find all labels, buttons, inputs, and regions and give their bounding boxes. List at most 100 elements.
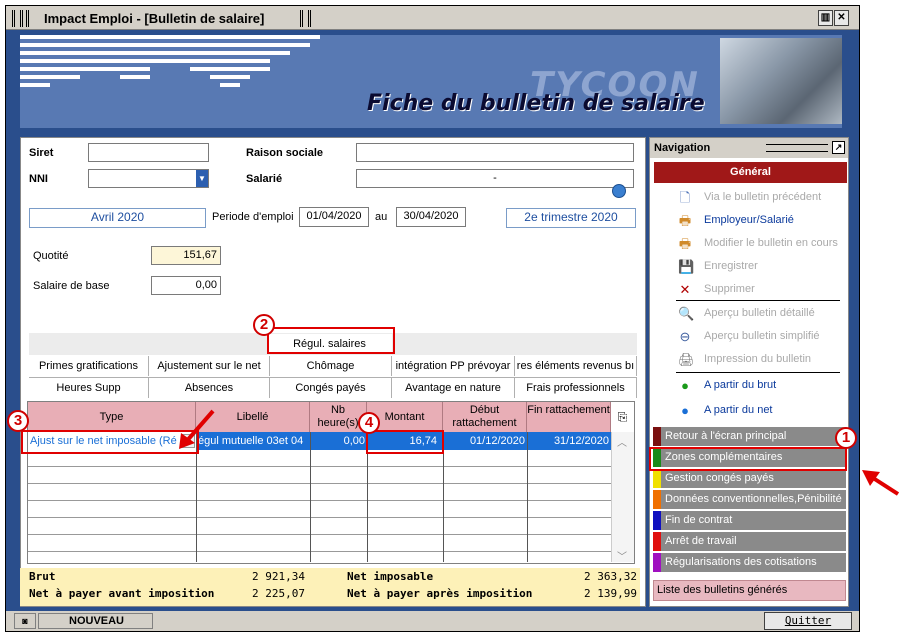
row-nb-heures[interactable]: 0,00 (310, 432, 365, 450)
arrow-icon (179, 409, 215, 449)
tab-frais-professionnels[interactable]: Frais professionnels (515, 378, 637, 398)
nav-button-7[interactable]: Régularisations des cotisations (653, 553, 846, 572)
tab-autres-elements[interactable]: res éléments revenus bı (515, 356, 637, 376)
scroll-down-icon[interactable]: ﹀ (617, 548, 627, 563)
period-end-input[interactable]: 30/04/2020 (396, 207, 466, 227)
net-imposable-label: Net imposable (347, 570, 434, 583)
scroll-up-icon[interactable]: ︿ (617, 434, 627, 449)
nav-item-8[interactable]: 🖨 Impression du bulletin (650, 348, 848, 371)
mode-indicator: NOUVEAU (38, 613, 153, 629)
tab-heures-supp[interactable]: Heures Supp (29, 378, 149, 398)
quotite-input[interactable]: 151,67 (151, 246, 221, 265)
grip-icon (300, 10, 303, 27)
nni-select[interactable]: ▼ (88, 169, 209, 188)
nav-button-3[interactable]: Gestion congés payés (653, 469, 846, 488)
trimestre-field: 2e trimestre 2020 (506, 208, 636, 228)
info-icon[interactable] (612, 184, 626, 198)
nav-item-1[interactable]: 🗋 Via le bulletin précédent (650, 186, 848, 209)
liste-bulletins-button[interactable]: Liste des bulletins générés (653, 580, 846, 601)
period-month[interactable]: Avril 2020 (29, 208, 206, 228)
navigation-title: Navigation (654, 142, 711, 154)
highlight-regul-tab (267, 327, 395, 354)
salaire-base-input[interactable]: 0,00 (151, 276, 221, 295)
nav-button-4[interactable]: Données conventionnelles,Pénibilité (653, 490, 846, 509)
nav-item-label: Modifier le bulletin en cours (704, 237, 838, 249)
column-debut[interactable]: Début rattachement (443, 402, 527, 432)
column-fin[interactable]: Fin rattachement (527, 402, 611, 432)
annotation-2: 2 (253, 314, 275, 336)
copy-icon: 🗋 (679, 190, 691, 205)
au-label: au (375, 211, 388, 223)
siret-label: Siret (29, 147, 54, 159)
nav-button-label: Fin de contrat (665, 514, 733, 526)
tab-ajustement[interactable]: Ajustement sur le net (149, 356, 270, 376)
annotation-1: 1 (835, 427, 857, 449)
grip-icon (308, 10, 311, 27)
grip-icon (12, 10, 15, 27)
nav-button-label: Retour à l'écran principal (665, 430, 787, 442)
period-start-input[interactable]: 01/04/2020 (299, 207, 369, 227)
tab-conges-payes[interactable]: Congés payés (270, 378, 392, 398)
nav-item-10[interactable]: ● A partir du net (650, 399, 848, 422)
row-debut[interactable]: 01/12/2020 (443, 432, 525, 450)
arrow-icon (862, 470, 900, 496)
raison-sociale-label: Raison sociale (246, 147, 324, 159)
tab-primes[interactable]: Primes gratifications (29, 356, 149, 376)
page-heading: Fiche du bulletin de salaire (367, 91, 705, 116)
nav-item-label: A partir du brut (704, 379, 777, 391)
nav-button-label: Arrêt de travail (665, 535, 737, 547)
totals-panel: Brut 2 921,34 Net imposable 2 363,32 Net… (20, 568, 640, 606)
restore-button[interactable]: ▥ (818, 10, 833, 26)
net-imposable-value: 2 363,32 (584, 570, 637, 583)
blue-circle-icon: ● (681, 403, 689, 418)
brut-value: 2 921,34 (252, 570, 305, 583)
nav-item-2[interactable]: 🖶 Employeur/Salarié (650, 209, 848, 232)
raison-sociale-input[interactable] (356, 143, 634, 162)
color-swatch (653, 532, 661, 551)
grip-icon (20, 10, 23, 27)
nav-item-6[interactable]: 🔍 Aperçu bulletin détaillé (650, 302, 848, 325)
green-circle-icon: ● (681, 378, 689, 393)
column-chooser-icon[interactable]: ⎘ (611, 402, 634, 432)
nav-button-label: Données conventionnelles,Pénibilité (665, 493, 842, 505)
tab-chomage[interactable]: Chômage (270, 356, 392, 376)
printer-icon: 🖶 (678, 213, 692, 228)
quitter-button[interactable]: Quitter (764, 612, 852, 630)
close-button[interactable]: ✕ (834, 10, 849, 26)
status-bar: ◙ NOUVEAU Quitter (6, 611, 859, 631)
color-swatch (653, 427, 661, 446)
nav-item-3[interactable]: 🖶 Modifier le bulletin en cours (650, 232, 848, 255)
zoom-icon: ⊖ (679, 329, 691, 344)
row-fin[interactable]: 31/12/2020 (527, 432, 609, 450)
highlight-montant-cell (366, 430, 444, 454)
section-general[interactable]: Général (654, 162, 847, 183)
tab-absences[interactable]: Absences (149, 378, 270, 398)
nav-divider (676, 300, 840, 301)
expand-icon[interactable]: ↗ (832, 141, 845, 154)
nav-item-5[interactable]: ✕ Supprimer (650, 278, 848, 301)
nav-item-label: A partir du net (704, 404, 773, 416)
color-swatch (653, 511, 661, 530)
nav-item-7[interactable]: ⊖ Aperçu bulletin simplifié (650, 325, 848, 348)
window-title: Impact Emploi - [Bulletin de salaire] (44, 11, 265, 26)
tab-integration[interactable]: intégration PP prévoyar (392, 356, 515, 376)
chevron-down-icon[interactable]: ▼ (196, 170, 208, 187)
net-avant-label: Net à payer avant imposition (29, 587, 215, 600)
highlight-zones-button (649, 447, 847, 471)
grid-scrollbar[interactable]: ︿ ﹀ (611, 432, 634, 563)
nav-button-6[interactable]: Arrêt de travail (653, 532, 846, 551)
nav-item-9[interactable]: ● A partir du brut (650, 374, 848, 397)
color-swatch (653, 553, 661, 572)
grip-icon (26, 10, 29, 27)
siret-input[interactable] (88, 143, 209, 162)
nav-item-label: Enregistrer (704, 260, 758, 272)
nav-item-4[interactable]: 💾 Enregistrer (650, 255, 848, 278)
nav-button-1[interactable]: Retour à l'écran principal (653, 427, 846, 446)
tab-avantage-nature[interactable]: Avantage en nature (392, 378, 515, 398)
salarie-input[interactable]: - (356, 169, 634, 188)
nav-button-5[interactable]: Fin de contrat (653, 511, 846, 530)
salarie-label: Salarié (246, 173, 283, 185)
column-type[interactable]: Type (28, 402, 196, 432)
periode-label: Periode d'emploi (212, 211, 294, 223)
nav-button-label: Gestion congés payés (665, 472, 774, 484)
